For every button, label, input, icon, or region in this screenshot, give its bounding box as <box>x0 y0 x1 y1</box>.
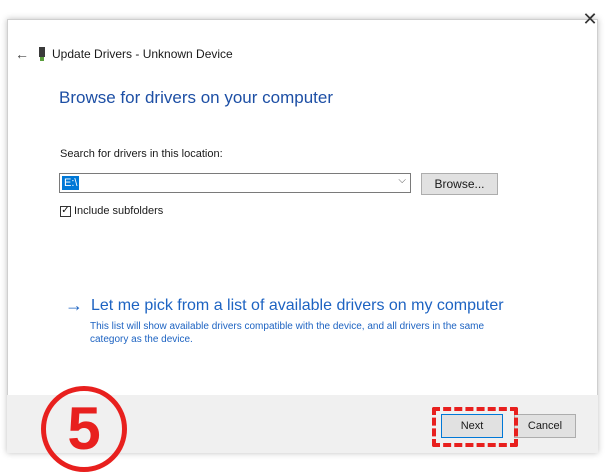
pick-from-list-link[interactable]: → Let me pick from a list of available d… <box>65 295 504 316</box>
location-combobox[interactable]: E:\ ⌵ <box>59 173 411 193</box>
location-label: Search for drivers in this location: <box>60 148 223 160</box>
close-icon: ✕ <box>582 9 598 29</box>
page-heading: Browse for drivers on your computer <box>59 88 333 107</box>
include-subfolders-checkbox[interactable]: ✓ <box>60 205 71 217</box>
chevron-down-icon[interactable]: ⌵ <box>398 175 406 186</box>
include-subfolders-row[interactable]: ✓ Include subfolders <box>60 205 163 217</box>
right-arrow-icon: → <box>65 295 83 315</box>
close-button[interactable]: ✕ <box>579 8 601 30</box>
pick-from-list-description: This list will show available drivers co… <box>90 321 485 345</box>
back-arrow-icon: ← <box>15 46 29 62</box>
back-button[interactable]: ← <box>12 44 32 64</box>
next-button[interactable]: Next <box>441 414 503 438</box>
dialog-title: Update Drivers - Unknown Device <box>52 47 233 61</box>
device-icon <box>38 47 46 61</box>
location-value[interactable]: E:\ <box>62 176 80 190</box>
cancel-button[interactable]: Cancel <box>514 414 576 438</box>
include-subfolders-label[interactable]: Include subfolders <box>74 205 163 217</box>
dialog-title-row: Update Drivers - Unknown Device <box>38 44 233 64</box>
pick-from-list-text[interactable]: Let me pick from a list of available dri… <box>91 297 504 315</box>
step-number-badge: 5 <box>41 386 127 472</box>
browse-button[interactable]: Browse... <box>421 173 498 195</box>
